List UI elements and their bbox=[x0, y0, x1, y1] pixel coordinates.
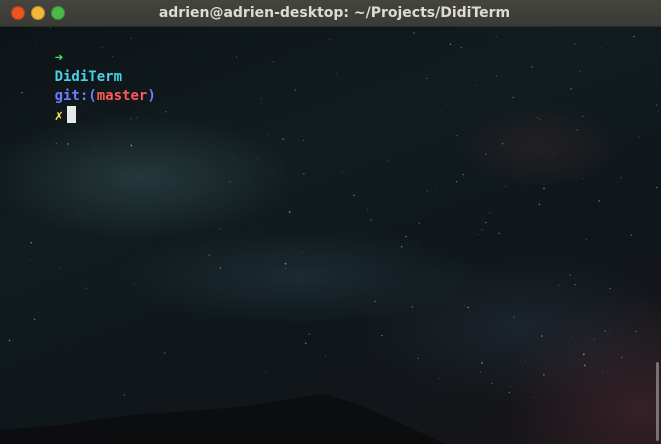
prompt-arrow: ➜ bbox=[54, 50, 64, 66]
title-bar[interactable]: adrien@adrien-desktop: ~/Projects/DidiTe… bbox=[0, 0, 661, 27]
prompt-git-suffix: ) bbox=[147, 88, 156, 104]
terminal-area[interactable]: ➜ DidiTerm git:(master) ✗ bbox=[0, 27, 661, 444]
scrollbar[interactable] bbox=[656, 362, 659, 441]
shell-prompt: ➜ DidiTerm git:(master) ✗ bbox=[4, 30, 156, 124]
terminal-window: adrien@adrien-desktop: ~/Projects/DidiTe… bbox=[0, 0, 661, 444]
text-cursor bbox=[67, 106, 77, 123]
prompt-directory: DidiTerm bbox=[54, 69, 123, 85]
window-title: adrien@adrien-desktop: ~/Projects/DidiTe… bbox=[158, 5, 511, 21]
prompt-dirty-marker: ✗ bbox=[54, 108, 64, 124]
prompt-branch: master bbox=[96, 88, 148, 104]
prompt-git-prefix: git:( bbox=[54, 88, 97, 104]
